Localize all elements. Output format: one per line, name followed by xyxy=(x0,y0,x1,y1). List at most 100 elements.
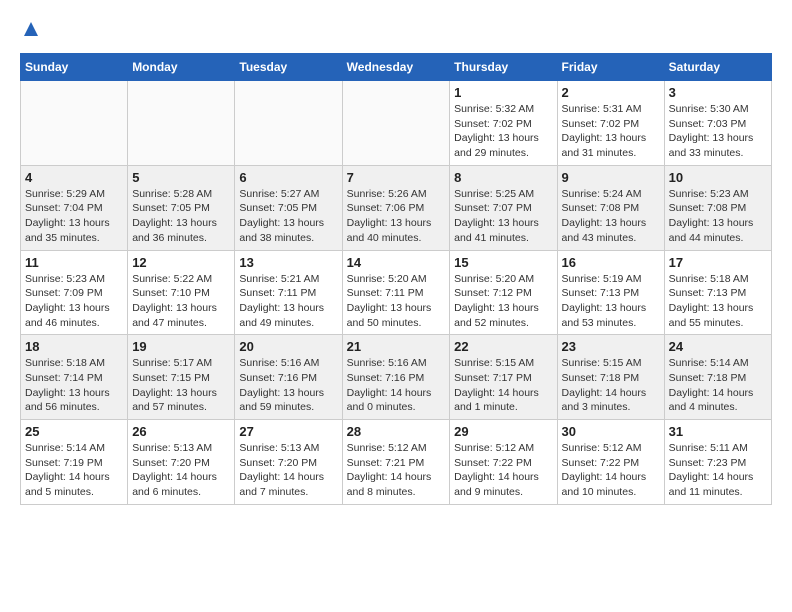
day-number: 27 xyxy=(239,424,337,439)
calendar-cell: 24 Sunrise: 5:14 AM Sunset: 7:18 PM Dayli… xyxy=(664,335,771,420)
calendar-cell: 6Sunrise: 5:27 AM Sunset: 7:05 PM Daylig… xyxy=(235,165,342,250)
calendar-cell: 13Sunrise: 5:21 AM Sunset: 7:11 PM Dayli… xyxy=(235,250,342,335)
day-info: Sunrise: 5:16 AM Sunset: 7:16 PM Dayligh… xyxy=(347,356,446,415)
day-info: Sunrise: 5:18 AM Sunset: 7:13 PM Dayligh… xyxy=(669,272,767,331)
calendar-cell: 10 Sunrise: 5:23 AM Sunset: 7:08 PM Dayli… xyxy=(664,165,771,250)
day-info: Sunrise: 5:30 AM Sunset: 7:03 PM Dayligh… xyxy=(669,102,767,161)
calendar-cell: 23 Sunrise: 5:15 AM Sunset: 7:18 PM Dayli… xyxy=(557,335,664,420)
calendar-table: SundayMondayTuesdayWednesdayThursdayFrid… xyxy=(20,53,772,505)
calendar-cell: 22Sunrise: 5:15 AM Sunset: 7:17 PM Dayli… xyxy=(450,335,557,420)
day-info: Sunrise: 5:13 AM Sunset: 7:20 PM Dayligh… xyxy=(132,441,230,500)
day-number: 1 xyxy=(454,85,552,100)
day-info: Sunrise: 5:23 AM Sunset: 7:08 PM Dayligh… xyxy=(669,187,767,246)
calendar-week-3: 11 Sunrise: 5:23 AM Sunset: 7:09 PM Dayli… xyxy=(21,250,772,335)
calendar-week-1: 1 Sunrise: 5:32 AM Sunset: 7:02 PM Daylig… xyxy=(21,81,772,166)
day-info: Sunrise: 5:20 AM Sunset: 7:12 PM Dayligh… xyxy=(454,272,552,331)
day-number: 29 xyxy=(454,424,552,439)
day-info: Sunrise: 5:31 AM Sunset: 7:02 PM Dayligh… xyxy=(562,102,660,161)
calendar-header-monday: Monday xyxy=(128,54,235,81)
day-info: Sunrise: 5:27 AM Sunset: 7:05 PM Dayligh… xyxy=(239,187,337,246)
calendar-header-saturday: Saturday xyxy=(664,54,771,81)
calendar-header-thursday: Thursday xyxy=(450,54,557,81)
day-number: 22 xyxy=(454,339,552,354)
day-info: Sunrise: 5:14 AM Sunset: 7:19 PM Dayligh… xyxy=(25,441,123,500)
calendar-cell: 27 Sunrise: 5:13 AM Sunset: 7:20 PM Dayli… xyxy=(235,420,342,505)
calendar-header-wednesday: Wednesday xyxy=(342,54,450,81)
day-number: 12 xyxy=(132,255,230,270)
day-info: Sunrise: 5:11 AM Sunset: 7:23 PM Dayligh… xyxy=(669,441,767,500)
calendar-cell: 2 Sunrise: 5:31 AM Sunset: 7:02 PM Daylig… xyxy=(557,81,664,166)
calendar-header-row: SundayMondayTuesdayWednesdayThursdayFrid… xyxy=(21,54,772,81)
calendar-cell: 21 Sunrise: 5:16 AM Sunset: 7:16 PM Dayli… xyxy=(342,335,450,420)
logo xyxy=(20,20,40,43)
calendar-cell: 25 Sunrise: 5:14 AM Sunset: 7:19 PM Dayli… xyxy=(21,420,128,505)
day-number: 4 xyxy=(25,170,123,185)
calendar-cell: 9Sunrise: 5:24 AM Sunset: 7:08 PM Daylig… xyxy=(557,165,664,250)
day-info: Sunrise: 5:20 AM Sunset: 7:11 PM Dayligh… xyxy=(347,272,446,331)
calendar-cell: 20 Sunrise: 5:16 AM Sunset: 7:16 PM Dayli… xyxy=(235,335,342,420)
day-number: 8 xyxy=(454,170,552,185)
day-number: 31 xyxy=(669,424,767,439)
calendar-week-4: 18Sunrise: 5:18 AM Sunset: 7:14 PM Dayli… xyxy=(21,335,772,420)
day-number: 23 xyxy=(562,339,660,354)
day-number: 15 xyxy=(454,255,552,270)
calendar-cell: 7Sunrise: 5:26 AM Sunset: 7:06 PM Daylig… xyxy=(342,165,450,250)
day-number: 14 xyxy=(347,255,446,270)
calendar-cell: 17 Sunrise: 5:18 AM Sunset: 7:13 PM Dayli… xyxy=(664,250,771,335)
day-info: Sunrise: 5:15 AM Sunset: 7:18 PM Dayligh… xyxy=(562,356,660,415)
calendar-cell: 30 Sunrise: 5:12 AM Sunset: 7:22 PM Dayli… xyxy=(557,420,664,505)
day-number: 25 xyxy=(25,424,123,439)
day-number: 20 xyxy=(239,339,337,354)
day-info: Sunrise: 5:17 AM Sunset: 7:15 PM Dayligh… xyxy=(132,356,230,415)
day-info: Sunrise: 5:13 AM Sunset: 7:20 PM Dayligh… xyxy=(239,441,337,500)
day-info: Sunrise: 5:19 AM Sunset: 7:13 PM Dayligh… xyxy=(562,272,660,331)
day-number: 21 xyxy=(347,339,446,354)
day-number: 16 xyxy=(562,255,660,270)
calendar-cell xyxy=(21,81,128,166)
day-info: Sunrise: 5:29 AM Sunset: 7:04 PM Dayligh… xyxy=(25,187,123,246)
calendar-header-sunday: Sunday xyxy=(21,54,128,81)
day-info: Sunrise: 5:14 AM Sunset: 7:18 PM Dayligh… xyxy=(669,356,767,415)
calendar-cell: 28 Sunrise: 5:12 AM Sunset: 7:21 PM Dayli… xyxy=(342,420,450,505)
day-number: 2 xyxy=(562,85,660,100)
day-number: 24 xyxy=(669,339,767,354)
calendar-cell xyxy=(235,81,342,166)
logo-icon xyxy=(22,20,40,38)
calendar-cell: 8 Sunrise: 5:25 AM Sunset: 7:07 PM Daylig… xyxy=(450,165,557,250)
calendar-cell: 19 Sunrise: 5:17 AM Sunset: 7:15 PM Dayli… xyxy=(128,335,235,420)
day-number: 19 xyxy=(132,339,230,354)
day-info: Sunrise: 5:18 AM Sunset: 7:14 PM Dayligh… xyxy=(25,356,123,415)
calendar-cell: 11 Sunrise: 5:23 AM Sunset: 7:09 PM Dayli… xyxy=(21,250,128,335)
day-info: Sunrise: 5:32 AM Sunset: 7:02 PM Dayligh… xyxy=(454,102,552,161)
calendar-cell: 15 Sunrise: 5:20 AM Sunset: 7:12 PM Dayli… xyxy=(450,250,557,335)
day-info: Sunrise: 5:12 AM Sunset: 7:21 PM Dayligh… xyxy=(347,441,446,500)
calendar-cell: 4 Sunrise: 5:29 AM Sunset: 7:04 PM Daylig… xyxy=(21,165,128,250)
day-number: 3 xyxy=(669,85,767,100)
day-number: 13 xyxy=(239,255,337,270)
day-number: 26 xyxy=(132,424,230,439)
day-number: 10 xyxy=(669,170,767,185)
day-info: Sunrise: 5:23 AM Sunset: 7:09 PM Dayligh… xyxy=(25,272,123,331)
calendar-header-tuesday: Tuesday xyxy=(235,54,342,81)
day-info: Sunrise: 5:16 AM Sunset: 7:16 PM Dayligh… xyxy=(239,356,337,415)
day-info: Sunrise: 5:25 AM Sunset: 7:07 PM Dayligh… xyxy=(454,187,552,246)
day-number: 11 xyxy=(25,255,123,270)
calendar-cell: 31 Sunrise: 5:11 AM Sunset: 7:23 PM Dayli… xyxy=(664,420,771,505)
day-number: 30 xyxy=(562,424,660,439)
calendar-cell: 16 Sunrise: 5:19 AM Sunset: 7:13 PM Dayli… xyxy=(557,250,664,335)
day-number: 28 xyxy=(347,424,446,439)
day-number: 7 xyxy=(347,170,446,185)
calendar-cell xyxy=(342,81,450,166)
calendar-cell: 3 Sunrise: 5:30 AM Sunset: 7:03 PM Daylig… xyxy=(664,81,771,166)
day-info: Sunrise: 5:28 AM Sunset: 7:05 PM Dayligh… xyxy=(132,187,230,246)
page: SundayMondayTuesdayWednesdayThursdayFrid… xyxy=(0,0,792,515)
day-info: Sunrise: 5:12 AM Sunset: 7:22 PM Dayligh… xyxy=(454,441,552,500)
day-number: 5 xyxy=(132,170,230,185)
calendar-cell: 29 Sunrise: 5:12 AM Sunset: 7:22 PM Dayli… xyxy=(450,420,557,505)
calendar-cell: 14 Sunrise: 5:20 AM Sunset: 7:11 PM Dayli… xyxy=(342,250,450,335)
calendar-cell xyxy=(128,81,235,166)
day-number: 17 xyxy=(669,255,767,270)
header xyxy=(20,20,772,43)
calendar-cell: 12Sunrise: 5:22 AM Sunset: 7:10 PM Dayli… xyxy=(128,250,235,335)
day-info: Sunrise: 5:12 AM Sunset: 7:22 PM Dayligh… xyxy=(562,441,660,500)
